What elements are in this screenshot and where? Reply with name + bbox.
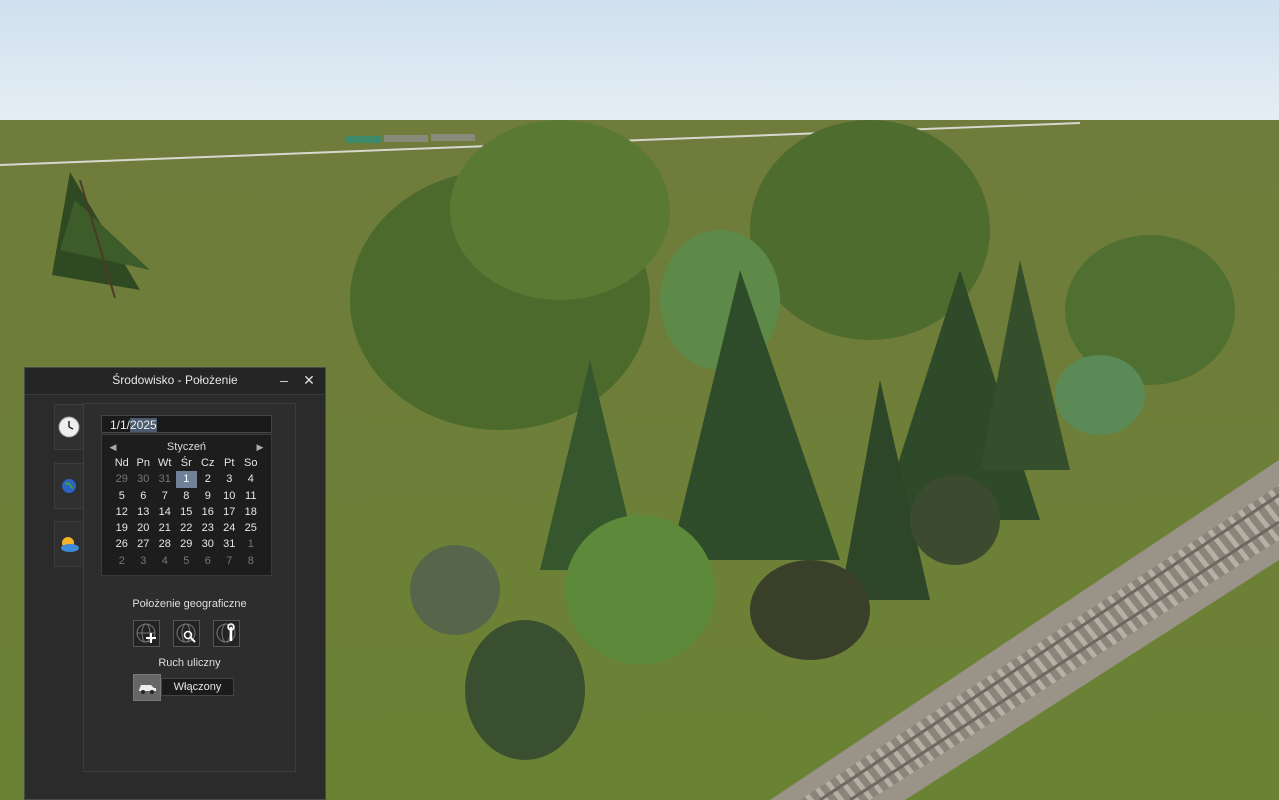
calendar-day[interactable]: 30 <box>197 536 219 552</box>
calendar-day[interactable]: 17 <box>219 504 241 520</box>
calendar-day[interactable]: 2 <box>197 471 219 487</box>
calendar-day[interactable]: 6 <box>133 488 155 504</box>
geo-location-label: Położenie geograficzne <box>132 598 247 610</box>
calendar-day[interactable]: 4 <box>154 553 176 569</box>
calendar-day[interactable]: 16 <box>197 504 219 520</box>
traffic-state-field[interactable]: Włączony <box>161 678 234 696</box>
tab-time[interactable] <box>54 404 84 450</box>
calendar-day[interactable]: 11 <box>240 488 262 504</box>
calendar-day[interactable]: 13 <box>133 504 155 520</box>
prev-month-button[interactable]: ◀ <box>106 439 120 455</box>
calendar-week: 29 30 31 1 2 3 4 <box>111 471 262 488</box>
calendar-day[interactable]: 8 <box>176 488 198 504</box>
calendar-day[interactable]: 27 <box>133 536 155 552</box>
calendar-day[interactable]: 25 <box>240 520 262 536</box>
calendar-day[interactable]: 2 <box>111 553 133 569</box>
location-content: 1/1/2025 ◀ Styczeń ▶ Nd Pn Wt Śr Cz Pt S… <box>83 403 296 772</box>
weekday-label: Pn <box>136 457 150 469</box>
calendar-day[interactable]: 6 <box>197 553 219 569</box>
calendar-day[interactable]: 22 <box>176 520 198 536</box>
calendar-day[interactable]: 29 <box>111 471 133 487</box>
calendar-day[interactable]: 14 <box>154 504 176 520</box>
calendar-day[interactable]: 23 <box>197 520 219 536</box>
panel-titlebar[interactable]: Środowisko - Położenie – ✕ <box>25 368 325 395</box>
calendar-day[interactable]: 15 <box>176 504 198 520</box>
calendar-day[interactable]: 12 <box>111 504 133 520</box>
weekday-label: Wt <box>158 457 172 469</box>
calendar-day[interactable]: 31 <box>154 471 176 487</box>
weekday-label: Pt <box>224 457 235 469</box>
calendar-day[interactable]: 24 <box>219 520 241 536</box>
clock-icon <box>58 416 80 438</box>
globe-icon <box>62 479 76 493</box>
date-field-daymonth: 1/1/ <box>110 418 131 432</box>
traffic-toggle-button[interactable] <box>133 674 161 701</box>
calendar-day[interactable]: 3 <box>133 553 155 569</box>
car-icon <box>139 685 156 694</box>
tab-weather[interactable] <box>54 521 84 567</box>
calendar-day[interactable]: 8 <box>240 553 262 569</box>
calendar-grid: Nd Pn Wt Śr Cz Pt So 29 30 31 1 2 3 4 5 … <box>111 455 262 569</box>
location-settings-button[interactable] <box>213 620 240 647</box>
calendar-week: 5 6 7 8 9 10 11 <box>111 488 262 504</box>
calendar-day[interactable]: 26 <box>111 536 133 552</box>
calendar-week: 19 20 21 22 23 24 25 <box>111 520 262 536</box>
weather-icon <box>61 537 79 552</box>
minimize-button[interactable]: – <box>275 371 293 389</box>
calendar-day[interactable]: 3 <box>219 471 241 487</box>
globe-settings-icon <box>216 623 236 643</box>
traffic-label: Ruch uliczny <box>158 657 221 669</box>
search-location-button[interactable] <box>173 620 200 647</box>
calendar-day[interactable]: 4 <box>240 471 262 487</box>
calendar-day[interactable]: 30 <box>133 471 155 487</box>
calendar-day[interactable]: 28 <box>154 536 176 552</box>
calendar-day[interactable]: 21 <box>154 520 176 536</box>
calendar-day[interactable]: 1 <box>240 536 262 552</box>
date-field[interactable]: 1/1/2025 <box>101 415 272 433</box>
calendar-day-selected[interactable]: 1 <box>175 471 197 488</box>
globe-search-icon <box>176 623 196 643</box>
sky <box>0 0 1279 125</box>
environment-panel: Środowisko - Położenie – ✕ 1/1/2025 ◀ St… <box>24 367 326 800</box>
close-button[interactable]: ✕ <box>300 371 318 389</box>
calendar-day[interactable]: 19 <box>111 520 133 536</box>
calendar-day[interactable]: 7 <box>154 488 176 504</box>
tab-location[interactable] <box>54 463 84 509</box>
calendar: ◀ Styczeń ▶ Nd Pn Wt Śr Cz Pt So 29 30 3… <box>101 434 272 576</box>
weekday-label: So <box>244 457 258 469</box>
calendar-day[interactable]: 18 <box>240 504 262 520</box>
calendar-day[interactable]: 31 <box>219 536 241 552</box>
calendar-day[interactable]: 7 <box>219 553 241 569</box>
calendar-week: 26 27 28 29 30 31 1 <box>111 536 262 552</box>
calendar-week: 12 13 14 15 16 17 18 <box>111 504 262 520</box>
calendar-week: 2 3 4 5 6 7 8 <box>111 553 262 569</box>
next-month-button[interactable]: ▶ <box>253 439 267 455</box>
date-field-year: 2025 <box>130 418 157 432</box>
calendar-day[interactable]: 5 <box>111 488 133 504</box>
globe-add-icon <box>136 623 156 643</box>
weekday-row: Nd Pn Wt Śr Cz Pt So <box>111 455 262 471</box>
calendar-day[interactable]: 9 <box>197 488 219 504</box>
calendar-day[interactable]: 20 <box>133 520 155 536</box>
calendar-day[interactable]: 5 <box>176 553 198 569</box>
calendar-month: Styczeń <box>166 441 207 453</box>
calendar-day[interactable]: 10 <box>219 488 241 504</box>
calendar-day[interactable]: 29 <box>176 536 198 552</box>
weekday-label: Cz <box>201 457 215 469</box>
weekday-label: Śr <box>180 457 192 469</box>
add-location-button[interactable] <box>133 620 160 647</box>
weekday-label: Nd <box>114 457 129 469</box>
